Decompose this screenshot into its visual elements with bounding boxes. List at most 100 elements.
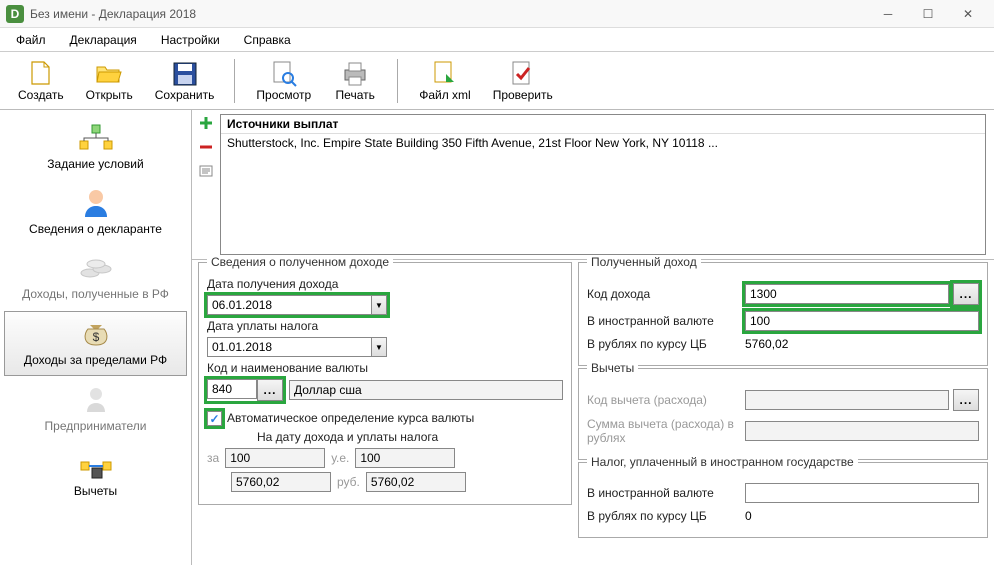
source-list-tools — [192, 110, 220, 259]
sidebar-item-label: Сведения о декларанте — [29, 222, 162, 236]
dropdown-button[interactable]: ▼ — [372, 337, 387, 357]
window-title: Без имени - Декларация 2018 — [30, 7, 868, 21]
preview-button[interactable]: Просмотр — [250, 58, 317, 104]
close-button[interactable]: ✕ — [948, 1, 988, 27]
date-paid-label: Дата уплаты налога — [207, 319, 563, 333]
create-button[interactable]: Создать — [12, 58, 70, 104]
save-button[interactable]: Сохранить — [149, 58, 221, 104]
income-code-input[interactable] — [745, 284, 949, 304]
maximize-button[interactable]: ☐ — [908, 1, 948, 27]
create-label: Создать — [18, 88, 64, 102]
sidebar-item-label: Задание условий — [47, 157, 143, 171]
currency-lookup-button[interactable]: ... — [257, 379, 283, 401]
menubar: Файл Декларация Настройки Справка — [0, 28, 994, 52]
za-value-1 — [225, 448, 325, 468]
ue-value-1 — [355, 448, 455, 468]
date-paid-field[interactable]: ▼ — [207, 337, 387, 357]
minimize-button[interactable]: ─ — [868, 1, 908, 27]
xml-file-icon — [431, 60, 459, 88]
income-code-lookup-button[interactable]: ... — [953, 283, 979, 305]
menu-file[interactable]: Файл — [6, 31, 56, 49]
group-title: Сведения о полученном доходе — [207, 255, 393, 269]
currency-code-input[interactable] — [207, 379, 257, 399]
date-received-field[interactable]: ▼ — [207, 295, 387, 315]
foreign-amount-label: В иностранной валюте — [587, 314, 737, 328]
sidebar-item-income-rf: Доходы, полученные в РФ — [4, 246, 187, 309]
deductions-group: Вычеты Код вычета (расхода) ... Сумма вы… — [578, 368, 988, 460]
print-button[interactable]: Печать — [327, 58, 383, 104]
money-bag-icon: $ — [75, 318, 117, 350]
coins-icon — [75, 252, 117, 284]
deduction-sum-input — [745, 421, 979, 441]
date-received-input[interactable] — [207, 295, 372, 315]
deduction-code-input — [745, 390, 949, 410]
on-date-label: На дату дохода и уплаты налога — [257, 430, 563, 444]
sidebar: Задание условий Сведения о декларанте До… — [0, 110, 192, 565]
remove-source-button[interactable] — [197, 138, 215, 156]
rub-amount-value: 5760,02 — [745, 337, 788, 351]
toolbar-separator — [234, 59, 236, 103]
menu-settings[interactable]: Настройки — [151, 31, 230, 49]
date-received-label: Дата получения дохода — [207, 277, 563, 291]
auto-rate-checkbox[interactable]: ✓ — [207, 411, 222, 426]
rub-label: руб. — [337, 475, 360, 489]
svg-text:$: $ — [92, 330, 99, 344]
toolbar: Создать Открыть Сохранить Просмотр Печат… — [0, 52, 994, 110]
preview-icon — [270, 60, 298, 88]
check-label: Проверить — [493, 88, 553, 102]
sidebar-item-label: Доходы, полученные в РФ — [22, 287, 169, 301]
folder-open-icon — [95, 60, 123, 88]
file-xml-label: Файл xml — [419, 88, 471, 102]
open-label: Открыть — [86, 88, 133, 102]
sidebar-item-deductions[interactable]: Вычеты — [4, 443, 187, 506]
ue-label: у.е. — [331, 451, 349, 465]
save-label: Сохранить — [155, 88, 215, 102]
rub-amount-label: В рублях по курсу ЦБ — [587, 337, 737, 351]
open-button[interactable]: Открыть — [80, 58, 139, 104]
dropdown-button[interactable]: ▼ — [372, 295, 387, 315]
group-title: Налог, уплаченный в иностранном государс… — [587, 455, 858, 469]
source-item[interactable]: Shutterstock, Inc. Empire State Building… — [221, 134, 985, 152]
income-info-group: Сведения о полученном доходе Дата получе… — [198, 262, 572, 505]
add-source-button[interactable] — [197, 114, 215, 132]
sidebar-item-declarant[interactable]: Сведения о декларанте — [4, 181, 187, 244]
sidebar-item-label: Предприниматели — [45, 419, 147, 433]
date-paid-input[interactable] — [207, 337, 372, 357]
sidebar-item-label: Доходы за пределами РФ — [24, 353, 167, 367]
group-title: Полученный доход — [587, 255, 701, 269]
sources-header: Источники выплат — [221, 115, 985, 134]
income-code-label: Код дохода — [587, 287, 737, 301]
tax-paid-group: Налог, уплаченный в иностранном государс… — [578, 462, 988, 538]
file-xml-button[interactable]: Файл xml — [413, 58, 477, 104]
tax-foreign-input[interactable] — [745, 483, 979, 503]
menu-help[interactable]: Справка — [234, 31, 301, 49]
tax-rub-label: В рублях по курсу ЦБ — [587, 509, 737, 523]
diskette-icon — [171, 60, 199, 88]
toolbar-separator — [397, 59, 399, 103]
check-button[interactable]: Проверить — [487, 58, 559, 104]
deduction-sum-label: Сумма вычета (расхода) в рублях — [587, 417, 737, 445]
titlebar: D Без имени - Декларация 2018 ─ ☐ ✕ — [0, 0, 994, 28]
entrepreneur-icon — [75, 384, 117, 416]
tax-foreign-label: В иностранной валюте — [587, 486, 737, 500]
received-income-group: Полученный доход Код дохода ... В иностр… — [578, 262, 988, 366]
za-label: за — [207, 451, 219, 465]
deduction-lookup-button[interactable]: ... — [953, 389, 979, 411]
deduction-code-label: Код вычета (расхода) — [587, 393, 737, 407]
sources-list[interactable]: Источники выплат Shutterstock, Inc. Empi… — [220, 114, 986, 255]
preview-label: Просмотр — [256, 88, 311, 102]
currency-label: Код и наименование валюты — [207, 361, 563, 375]
rate-value-1 — [231, 472, 331, 492]
sidebar-item-conditions[interactable]: Задание условий — [4, 116, 187, 179]
auto-rate-label: Автоматическое определение курса валюты — [227, 411, 474, 425]
conditions-icon — [75, 122, 117, 154]
foreign-amount-input[interactable] — [745, 311, 979, 331]
sidebar-item-income-foreign[interactable]: $ Доходы за пределами РФ — [4, 311, 187, 376]
menu-declaration[interactable]: Декларация — [60, 31, 147, 49]
tax-rub-value: 0 — [745, 509, 752, 523]
printer-icon — [341, 60, 369, 88]
sidebar-item-entrepreneurs: Предприниматели — [4, 378, 187, 441]
edit-source-button[interactable] — [197, 162, 215, 180]
person-icon — [75, 187, 117, 219]
rate-value-2 — [366, 472, 466, 492]
